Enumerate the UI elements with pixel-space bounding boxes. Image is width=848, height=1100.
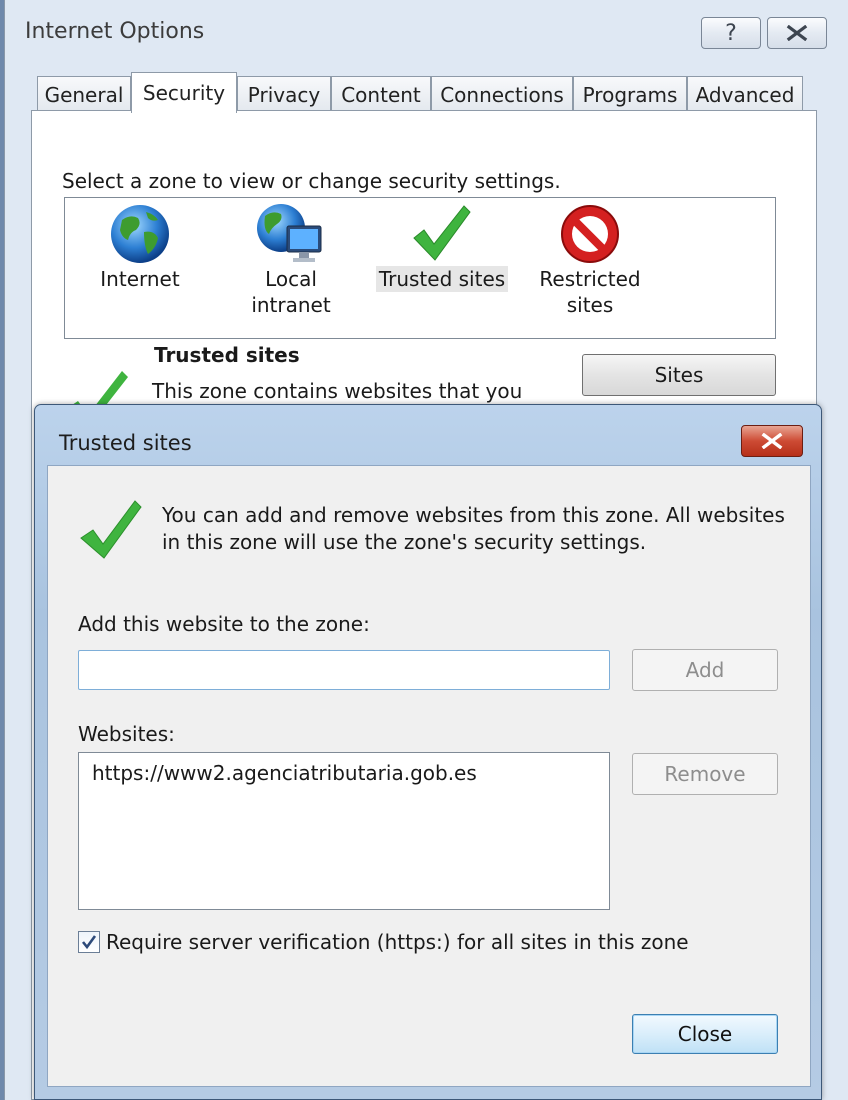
tab-security[interactable]: Security [131, 72, 237, 113]
window-close-button[interactable] [767, 17, 827, 49]
dialog-close-button[interactable] [741, 425, 803, 457]
tab-advanced[interactable]: Advanced [687, 76, 803, 112]
zone-label-trusted-sites: Trusted sites [375, 266, 509, 292]
add-website-label: Add this website to the zone: [78, 612, 370, 636]
help-icon: ? [725, 20, 737, 46]
dialog-body: You can add and remove websites from thi… [47, 465, 811, 1087]
list-item[interactable]: https://www2.agenciatributaria.gob.es [79, 753, 609, 785]
zone-instruction: Select a zone to view or change security… [62, 169, 561, 193]
zone-list: Internet Local intranet Trusted sites Re… [64, 197, 776, 339]
checkbox-check-icon [81, 935, 97, 950]
globe-icon [111, 205, 169, 263]
zone-trusted-sites[interactable]: Trusted sites [375, 202, 509, 292]
require-https-label[interactable]: Require server verification (https:) for… [106, 930, 689, 954]
window-title: Internet Options [25, 19, 205, 44]
zone-restricted-sites[interactable]: Restricted sites [535, 202, 645, 318]
zone-label-local-intranet: Local intranet [251, 267, 331, 317]
require-https-row: Require server verification (https:) for… [78, 930, 689, 954]
remove-button[interactable]: Remove [632, 753, 778, 795]
close-button[interactable]: Close [632, 1014, 778, 1054]
tab-content[interactable]: Content [331, 76, 431, 112]
intranet-icon [257, 204, 322, 262]
zone-label-restricted-sites: Restricted sites [539, 267, 641, 317]
zone-description: This zone contains websites that you [152, 379, 523, 403]
restricted-icon [561, 205, 619, 263]
close-icon [761, 433, 783, 449]
internet-options-titlebar: Internet Options ? [5, 0, 848, 64]
help-button[interactable]: ? [701, 17, 761, 49]
checkmark-icon [413, 205, 471, 261]
zone-heading: Trusted sites [154, 343, 300, 367]
tab-privacy[interactable]: Privacy [237, 76, 331, 112]
require-https-checkbox[interactable] [78, 931, 100, 953]
zone-label-internet: Internet [100, 267, 180, 291]
sites-button[interactable]: Sites [582, 354, 776, 396]
zone-local-intranet[interactable]: Local intranet [221, 202, 361, 318]
websites-label: Websites: [78, 722, 175, 746]
trusted-sites-dialog: Trusted sites You can add and remove web… [34, 404, 822, 1100]
zone-internet[interactable]: Internet [95, 202, 185, 292]
dialog-title: Trusted sites [59, 431, 192, 455]
checkmark-icon [78, 498, 144, 565]
tab-connections[interactable]: Connections [431, 76, 573, 112]
websites-list[interactable]: https://www2.agenciatributaria.gob.es [78, 752, 610, 910]
close-icon [786, 25, 808, 41]
dialog-info-text: You can add and remove websites from thi… [162, 503, 785, 554]
add-website-input[interactable] [78, 650, 610, 690]
tab-general[interactable]: General [37, 76, 131, 112]
add-button[interactable]: Add [632, 649, 778, 691]
tab-programs[interactable]: Programs [573, 76, 687, 112]
